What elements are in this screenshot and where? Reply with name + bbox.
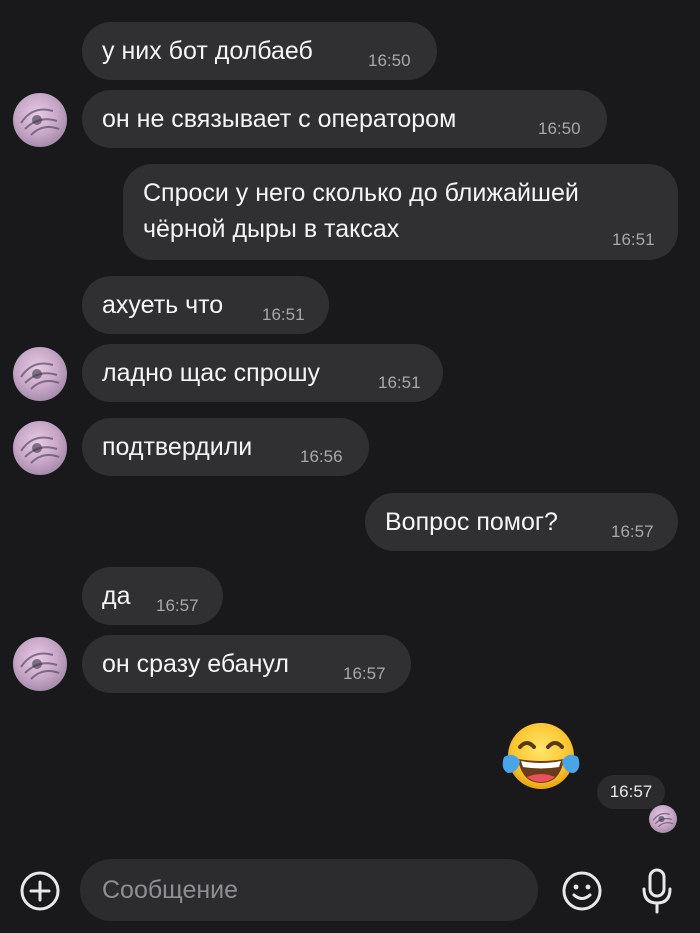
message-bubble-incoming[interactable]: ахуеть что 16:51 <box>82 276 329 334</box>
message-input[interactable] <box>80 859 538 921</box>
message-text: ахуеть что <box>102 291 224 319</box>
message-time: 16:50 <box>368 51 411 70</box>
message-time: 16:57 <box>156 596 199 615</box>
message-text: ладно щас спрошу <box>102 359 321 387</box>
message-bubble-outgoing[interactable]: Вопрос помог? 16:57 <box>365 493 678 551</box>
message-time: 16:57 <box>597 775 665 809</box>
avatar[interactable] <box>13 93 67 147</box>
message-text: он не связывает с оператором <box>102 105 457 133</box>
chat-view: у них бот долбаеб 16:50 он не связывает … <box>0 0 700 933</box>
microphone-icon[interactable] <box>635 865 679 917</box>
message-bubble-incoming[interactable]: подтвердили 16:56 <box>82 418 369 476</box>
message-text-line-2: чёрной дыры в таксах <box>143 215 400 243</box>
message-time: 16:57 <box>343 664 386 683</box>
message-time: 16:50 <box>538 119 581 138</box>
message-bubble-incoming[interactable]: да 16:57 <box>82 567 223 625</box>
message-text: Вопрос помог? <box>385 508 558 536</box>
message-text: он сразу ебанул <box>102 650 289 678</box>
smile-icon[interactable] <box>560 869 604 913</box>
message-time: 16:51 <box>378 373 421 392</box>
message-text: подтвердили <box>102 433 253 461</box>
composer-bar <box>0 850 700 933</box>
message-bubble-incoming[interactable]: ладно щас спрошу 16:51 <box>82 344 443 402</box>
avatar[interactable] <box>13 637 67 691</box>
avatar[interactable] <box>649 805 677 833</box>
avatar[interactable] <box>13 347 67 401</box>
message-bubble-incoming[interactable]: он не связывает с оператором 16:50 <box>82 90 607 148</box>
message-bubble-incoming[interactable]: он сразу ебанул 16:57 <box>82 635 411 693</box>
message-text: да <box>102 582 131 610</box>
message-text: у них бот долбаеб <box>102 37 313 65</box>
tears-of-joy-emoji[interactable] <box>500 717 582 799</box>
message-time: 16:56 <box>300 447 343 466</box>
plus-circle-icon[interactable] <box>18 869 62 913</box>
message-input-container <box>80 859 538 921</box>
message-text-line-1: Спроси у него сколько до ближайшей <box>143 179 579 207</box>
message-time: 16:51 <box>612 230 655 249</box>
message-time: 16:51 <box>262 305 305 324</box>
message-bubble-incoming[interactable]: у них бот долбаеб 16:50 <box>82 22 437 80</box>
message-time: 16:57 <box>611 522 654 541</box>
avatar[interactable] <box>13 421 67 475</box>
message-bubble-outgoing[interactable]: Спроси у него сколько до ближайшей чёрно… <box>123 164 678 260</box>
